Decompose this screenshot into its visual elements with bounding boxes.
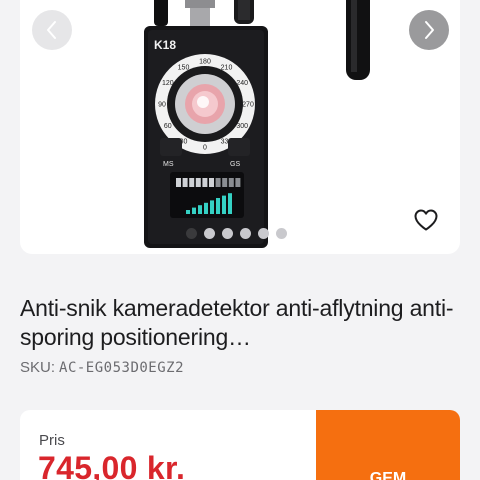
display-signal-bar [228, 193, 232, 214]
display-signal-bar [210, 200, 214, 214]
gallery-dot[interactable] [186, 228, 197, 239]
dial-number: 60 [164, 123, 172, 130]
price-card: Pris 745,00 kr. GEM [20, 410, 460, 480]
previous-image-button[interactable] [32, 10, 72, 50]
display-led-segment [189, 178, 195, 187]
display-led-segment [195, 178, 201, 187]
display-signal-bar [222, 195, 226, 214]
heart-outline-icon [414, 209, 438, 231]
product-image-gallery[interactable]: K18 0 30 60 90 120 150 180 210 240 270 300 330 MS G… [20, 0, 460, 254]
gallery-dot[interactable] [204, 228, 215, 239]
dial-number: 0 [203, 145, 207, 152]
dial-number: 180 [199, 59, 211, 66]
price-value: 745,00 kr. [38, 450, 186, 480]
display-led-segment [215, 178, 221, 187]
gallery-dot[interactable] [222, 228, 233, 239]
display-led-segment [202, 178, 208, 187]
display-signal-bar [198, 205, 202, 214]
dial-number: 300 [236, 123, 248, 130]
chevron-right-icon [425, 21, 434, 39]
dial-number: 270 [242, 102, 254, 109]
dial-number: 240 [236, 80, 248, 87]
gallery-pagination-dots[interactable] [186, 228, 287, 239]
dial-number: 90 [158, 102, 166, 109]
display-led-segment [228, 178, 234, 187]
dial-number: 210 [221, 64, 233, 71]
device-model-label: K18 [154, 38, 176, 52]
save-button[interactable]: GEM [316, 410, 460, 480]
device-ms-label: MS [163, 161, 174, 168]
display-led-segment [222, 178, 228, 187]
chevron-left-icon [47, 21, 56, 39]
display-led-segment [235, 178, 241, 187]
display-signal-bar [204, 202, 208, 214]
product-image: K18 0306090120150180210240270300330 MS G… [144, 0, 370, 248]
device-gs-label: GS [230, 161, 240, 168]
display-led-segment [209, 178, 214, 187]
dial-number: 150 [178, 64, 190, 71]
price-label: Pris [39, 432, 65, 449]
display-signal-bar [216, 198, 220, 214]
gallery-dot[interactable] [258, 228, 269, 239]
dial-number: 120 [162, 80, 174, 87]
sku-value: AC-EG053D0EGZ2 [59, 360, 185, 376]
display-led-segment [176, 178, 181, 187]
gallery-dot[interactable] [276, 228, 287, 239]
display-signal-bar [186, 210, 190, 214]
sku-row: SKU: AC-EG053D0EGZ2 [20, 359, 184, 376]
gallery-dot[interactable] [240, 228, 251, 239]
favorite-button[interactable] [412, 206, 440, 234]
display-signal-bar [192, 207, 196, 214]
product-title: Anti-snik kameradetektor anti-aflytning … [20, 295, 454, 350]
display-led-segment [182, 178, 188, 187]
next-image-button[interactable] [409, 10, 449, 50]
sku-label: SKU: [20, 359, 56, 376]
